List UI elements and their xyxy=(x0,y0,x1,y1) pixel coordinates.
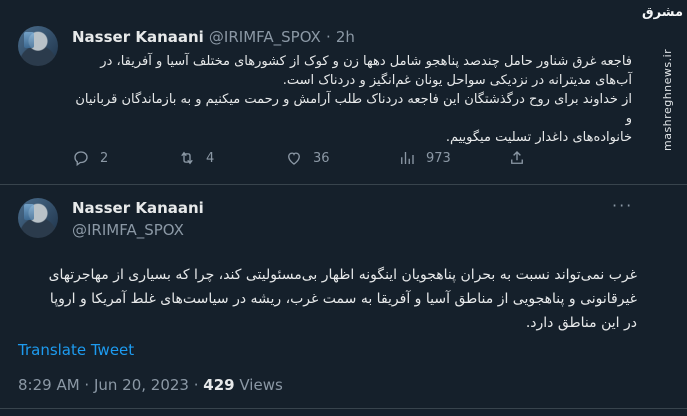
site-watermark: mashreghnews.ir xyxy=(661,48,674,152)
author-handle[interactable]: @IRIMFA_SPOX xyxy=(72,221,204,239)
tweet-meta: 8:29 AM · Jun 20, 2023 · 429 Views xyxy=(18,376,283,394)
tweet-text-line: در این مناطق دارد. xyxy=(525,315,637,331)
tweet-text: فاجعه غرق شناور حامل چندصد پناهجو شامل د… xyxy=(72,52,632,147)
author-handle[interactable]: @IRIMFA_SPOX xyxy=(209,28,321,46)
tweet-text-line: غیرقانونی و پناهجویی از مناطق آسیا و آفر… xyxy=(49,291,637,307)
tweet-timestamp[interactable]: 8:29 AM · Jun 20, 2023 · xyxy=(18,376,199,394)
author-name[interactable]: Nasser Kanaani xyxy=(72,199,204,217)
like-icon xyxy=(288,152,300,165)
tweet-text: غرب نمی‌تواند نسبت به بحران پناهجویان ای… xyxy=(20,263,637,335)
translate-tweet-link[interactable]: Translate Tweet xyxy=(18,341,134,359)
dot-separator: · xyxy=(325,28,331,46)
tweet-text-line: آب‌های مدیترانه در نزدیکی سواحل یونان غم… xyxy=(282,73,632,88)
retweet-button[interactable]: 4 xyxy=(178,149,214,167)
tweet-text-line: غرب نمی‌تواند نسبت به بحران پناهجویان ای… xyxy=(48,267,637,283)
author-name[interactable]: Nasser Kanaani xyxy=(72,28,204,46)
retweet-icon xyxy=(181,151,193,165)
share-icon xyxy=(511,151,523,164)
author-block: Nasser Kanaani @IRIMFA_SPOX xyxy=(72,199,204,239)
views-icon xyxy=(401,152,414,164)
tweet-header: Nasser Kanaani @IRIMFA_SPOX · 2h xyxy=(72,27,355,46)
site-logo: مشرق xyxy=(642,5,683,20)
divider xyxy=(0,184,687,185)
divider xyxy=(0,408,687,409)
reply-icon xyxy=(74,151,88,167)
share-button[interactable] xyxy=(508,149,536,167)
tweet-time[interactable]: 2h xyxy=(336,28,355,46)
retweet-count: 4 xyxy=(206,150,215,166)
views-button[interactable]: 973 xyxy=(398,149,451,167)
tweet-text-line: فاجعه غرق شناور حامل چندصد پناهجو شامل د… xyxy=(100,54,632,69)
tweet-text-line: از خداوند برای روح درگذشتگان این فاجعه د… xyxy=(75,92,632,126)
avatar[interactable] xyxy=(18,198,58,238)
like-count: 36 xyxy=(313,150,330,166)
tweet-text-line: خانواده‌های داغدار تسلیت میگوییم. xyxy=(445,130,632,145)
views-count: 429 xyxy=(203,376,235,394)
reply-button[interactable]: 2 xyxy=(72,149,108,167)
avatar[interactable] xyxy=(18,26,58,66)
more-icon[interactable]: ··· xyxy=(612,196,633,215)
reply-count: 2 xyxy=(100,150,109,166)
views-label: Views xyxy=(239,376,283,394)
views-count: 973 xyxy=(426,150,451,166)
like-button[interactable]: 36 xyxy=(285,149,330,167)
